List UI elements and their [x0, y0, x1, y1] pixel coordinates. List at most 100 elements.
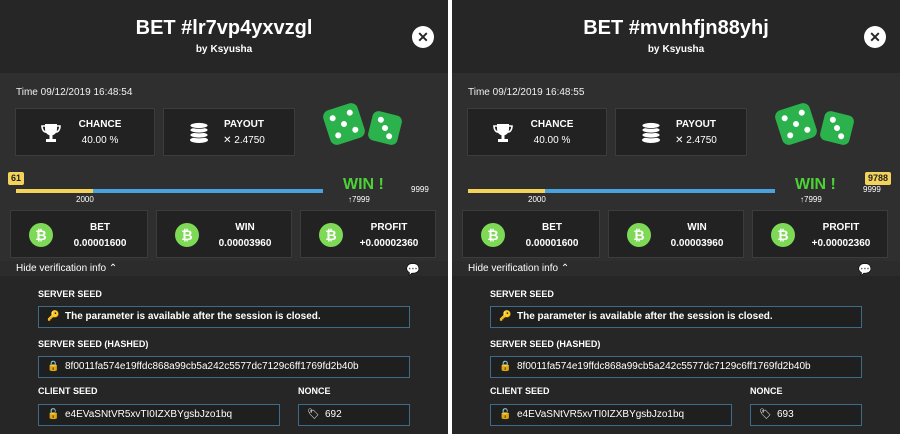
- roll-result-tag: 9788: [865, 172, 892, 185]
- tick-9999: 9999: [863, 185, 881, 194]
- server-seed-hashed-value: 8f0011fa574e19ffdc868a99cb5a242c5577dc71…: [65, 361, 359, 372]
- close-button[interactable]: ✕: [864, 26, 886, 48]
- server-seed-hashed-field[interactable]: 🔒 8f0011fa574e19ffdc868a99cb5a242c5577dc7…: [490, 356, 862, 378]
- tick-7999: ↑7999: [348, 195, 370, 204]
- tag-icon: 🏷: [759, 409, 772, 420]
- bet-author-line: by Ksyusha: [0, 44, 448, 55]
- verification-section: SERVER SEED 🔑 The parameter is available …: [0, 276, 448, 434]
- bet-author[interactable]: Ksyusha: [662, 44, 704, 55]
- bet-time: Time 09/12/2019 16:48:54: [16, 87, 133, 98]
- nonce-label: NONCE: [298, 386, 331, 396]
- server-seed-hashed-value: 8f0011fa574e19ffdc868a99cb5a242c5577dc71…: [517, 361, 811, 372]
- chance-card: CHANCE 40.00 %: [467, 108, 607, 156]
- bet-author-line: by Ksyusha: [452, 44, 900, 55]
- bitcoin-icon: ₿: [627, 223, 651, 247]
- lock-icon: 🔒: [499, 361, 512, 372]
- bet-details-panel: BET #lr7vp4yxvzgl by Ksyusha ✕ Time 09/12…: [0, 0, 448, 434]
- payout-card: PAYOUT ✕ 2.4750: [163, 108, 295, 156]
- bet-author[interactable]: Ksyusha: [210, 44, 252, 55]
- bitcoin-icon: ₿: [175, 223, 199, 247]
- close-icon: ✕: [417, 29, 429, 45]
- server-seed-hashed-label: SERVER SEED (HASHED): [490, 339, 601, 349]
- payout-label: PAYOUT: [223, 119, 264, 130]
- tag-icon: 🏷: [307, 409, 320, 420]
- key-icon: 🔑: [47, 311, 60, 322]
- chevron-up-icon: ⌃: [560, 263, 570, 274]
- profit-amount: +0.00002360: [811, 238, 871, 249]
- by-label: by: [647, 44, 660, 55]
- profit-label: PROFIT: [822, 222, 860, 233]
- chance-value: 40.00 %: [533, 135, 571, 146]
- bet-label: BET: [90, 222, 110, 233]
- nonce-value: 693: [777, 409, 794, 420]
- nonce-label: NONCE: [750, 386, 783, 396]
- tick-7999: ↑7999: [800, 195, 822, 204]
- win-label: WIN: [235, 222, 255, 233]
- bet-time: Time 09/12/2019 16:48:55: [468, 87, 585, 98]
- profit-label: PROFIT: [370, 222, 408, 233]
- chance-value: 40.00 %: [81, 135, 119, 146]
- bet-card: ₿ BET 0.00001600: [462, 210, 600, 258]
- close-button[interactable]: ✕: [412, 26, 434, 48]
- client-seed-field[interactable]: 🔓 e4EVaSNtVR5xvTI0IZXBYgsbJzo1bq: [490, 404, 732, 426]
- nonce-value: 692: [325, 409, 342, 420]
- win-amount: 0.00003960: [670, 238, 724, 249]
- server-seed-field: 🔑 The parameter is available after the se…: [38, 306, 410, 328]
- win-card: ₿ WIN 0.00003960: [608, 210, 744, 258]
- range-low-segment: [468, 189, 545, 193]
- bet-details-panel: BET #mvnhfjn88yhj by Ksyusha ✕ Time 09/12…: [452, 0, 900, 434]
- roll-result-tag: 61: [8, 172, 25, 185]
- verification-section: SERVER SEED 🔑 The parameter is available …: [452, 276, 900, 434]
- payout-label: PAYOUT: [675, 119, 716, 130]
- hide-verification-toggle[interactable]: Hide verification info ⌃: [468, 263, 569, 274]
- chance-card: CHANCE 40.00 %: [15, 108, 155, 156]
- profit-card: ₿ PROFIT +0.00002360: [752, 210, 888, 258]
- win-label: WIN: [687, 222, 707, 233]
- bitcoin-icon: ₿: [319, 223, 343, 247]
- unlock-icon: 🔓: [499, 409, 512, 420]
- nonce-field[interactable]: 🏷 692: [298, 404, 410, 426]
- win-amount: 0.00003960: [218, 238, 272, 249]
- bet-summary: Time 09/12/2019 16:48:55 CHANCE 40.00 % …: [452, 73, 900, 276]
- panel-header: BET #lr7vp4yxvzgl by Ksyusha ✕: [0, 0, 448, 73]
- server-seed-label: SERVER SEED: [38, 289, 102, 299]
- server-seed-value: The parameter is available after the ses…: [517, 311, 773, 322]
- chat-icon[interactable]: 💬: [406, 263, 420, 276]
- bitcoin-icon: ₿: [29, 223, 53, 247]
- server-seed-label: SERVER SEED: [490, 289, 554, 299]
- chevron-up-icon: ⌃: [108, 263, 118, 274]
- bet-summary: Time 09/12/2019 16:48:54 CHANCE 40.00 % …: [0, 73, 448, 276]
- tick-9999: 9999: [411, 185, 429, 194]
- panel-header: BET #mvnhfjn88yhj by Ksyusha ✕: [452, 0, 900, 73]
- payout-value: ✕ 2.4750: [223, 135, 265, 146]
- chance-label: CHANCE: [530, 119, 574, 130]
- profit-card: ₿ PROFIT +0.00002360: [300, 210, 436, 258]
- win-indicator: WIN !: [343, 176, 384, 193]
- server-seed-hashed-field[interactable]: 🔒 8f0011fa574e19ffdc868a99cb5a242c5577dc7…: [38, 356, 410, 378]
- chat-icon[interactable]: 💬: [858, 263, 872, 276]
- profit-amount: +0.00002360: [359, 238, 419, 249]
- bet-label: BET: [542, 222, 562, 233]
- tick-2000: 2000: [528, 195, 546, 204]
- client-seed-field[interactable]: 🔓 e4EVaSNtVR5xvTI0IZXBYgsbJzo1bq: [38, 404, 280, 426]
- close-icon: ✕: [869, 29, 881, 45]
- lock-icon: 🔒: [47, 361, 60, 372]
- nonce-field[interactable]: 🏷 693: [750, 404, 862, 426]
- bet-amount: 0.00001600: [525, 238, 579, 249]
- bet-title: BET #mvnhfjn88yhj: [583, 17, 769, 39]
- range-low-segment: [16, 189, 93, 193]
- client-seed-value: e4EVaSNtVR5xvTI0IZXBYgsbJzo1bq: [517, 409, 685, 420]
- unlock-icon: 🔓: [47, 409, 60, 420]
- server-seed-field: 🔑 The parameter is available after the se…: [490, 306, 862, 328]
- server-seed-hashed-label: SERVER SEED (HASHED): [38, 339, 149, 349]
- client-seed-value: e4EVaSNtVR5xvTI0IZXBYgsbJzo1bq: [65, 409, 233, 420]
- range-win-segment: [92, 189, 324, 193]
- bet-amount: 0.00001600: [73, 238, 127, 249]
- hide-verification-toggle[interactable]: Hide verification info ⌃: [16, 263, 117, 274]
- payout-value: ✕ 2.4750: [675, 135, 717, 146]
- bitcoin-icon: ₿: [771, 223, 795, 247]
- chance-label: CHANCE: [78, 119, 122, 130]
- tick-2000: 2000: [76, 195, 94, 204]
- win-indicator: WIN !: [795, 176, 836, 193]
- range-win-segment: [544, 189, 776, 193]
